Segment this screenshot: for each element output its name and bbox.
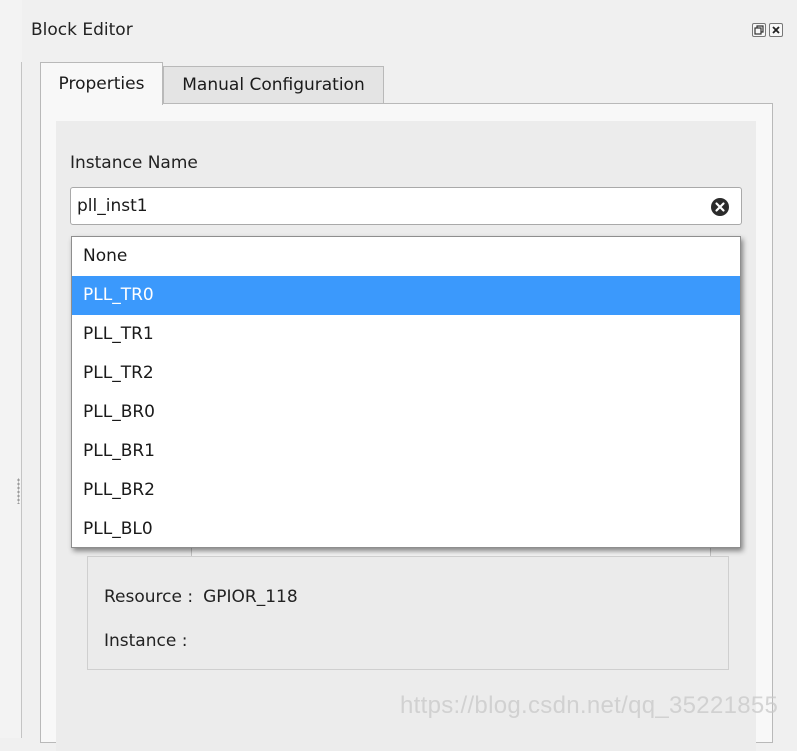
dropdown-option-pll-tr0[interactable]: PLL_TR0 [72,276,740,315]
panel-title-buttons [752,23,783,37]
splitter-handle[interactable] [17,478,20,504]
tab-properties[interactable]: Properties [40,62,163,105]
tab-manual-configuration[interactable]: Manual Configuration [163,66,384,104]
instance-row: Instance : [104,631,197,651]
resource-group: Resource : GPIOR_118 Instance : [87,556,729,670]
dropdown-option-none[interactable]: None [72,237,740,276]
panel-title: Block Editor [31,20,133,40]
dropdown-option-pll-br1[interactable]: PLL_BR1 [72,432,740,471]
tab-properties-label: Properties [58,74,145,94]
dropdown-option-pll-tr2[interactable]: PLL_TR2 [72,354,740,393]
instance-label: Instance : [104,631,188,651]
dropdown-option-pll-bl0[interactable]: PLL_BL0 [72,510,740,549]
restore-icon[interactable] [752,23,766,37]
instance-name-label: Instance Name [70,153,198,173]
close-icon[interactable] [769,23,783,37]
left-dock-strip [0,0,22,738]
dropdown-option-pll-br2[interactable]: PLL_BR2 [72,471,740,510]
dropdown-option-pll-br0[interactable]: PLL_BR0 [72,393,740,432]
pll-dropdown-list: None PLL_TR0 PLL_TR1 PLL_TR2 PLL_BR0 PLL… [71,236,741,548]
dropdown-option-pll-tr1[interactable]: PLL_TR1 [72,315,740,354]
clear-icon[interactable] [710,197,730,217]
resource-row: Resource : GPIOR_118 [104,587,298,607]
watermark: https://blog.csdn.net/qq_35221855 [400,692,779,719]
resource-value: GPIOR_118 [203,587,298,607]
instance-name-value: pll_inst1 [77,196,148,216]
tab-manual-configuration-label: Manual Configuration [182,75,365,95]
instance-name-input[interactable]: pll_inst1 [70,187,742,225]
resource-label: Resource : [104,587,194,607]
